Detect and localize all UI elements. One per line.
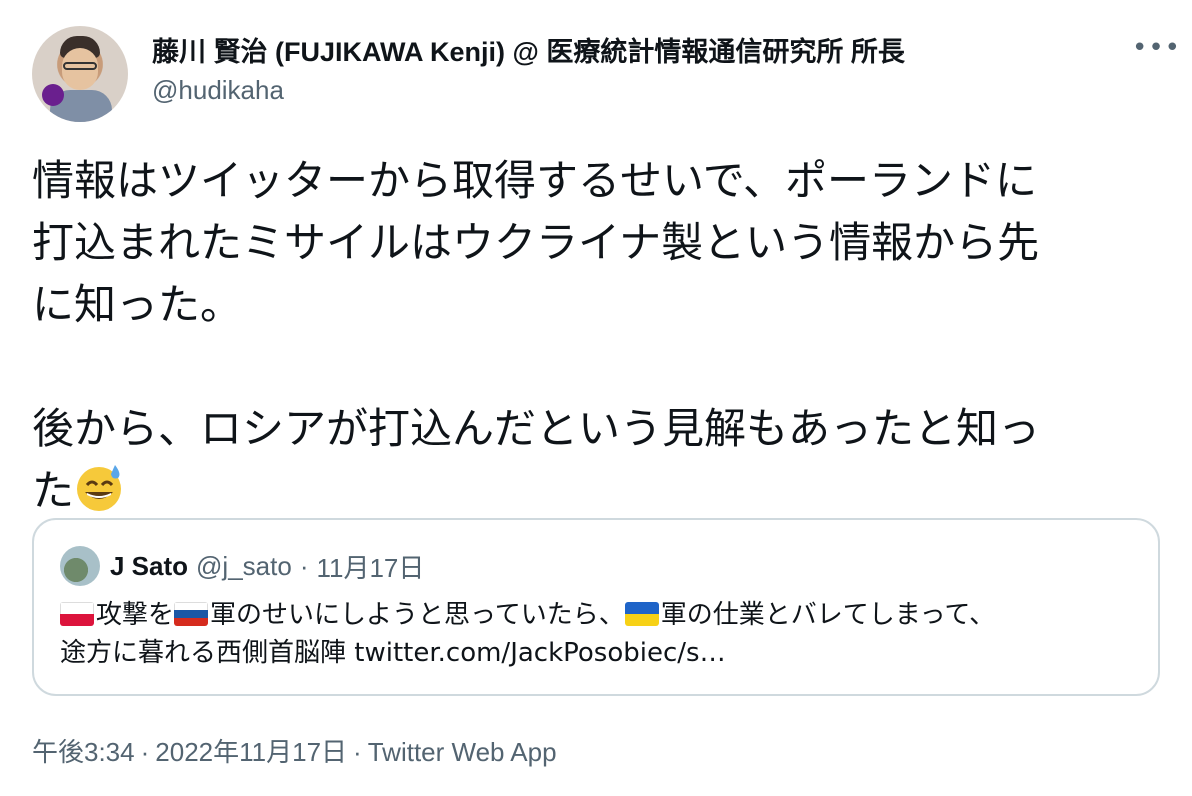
avatar-ball (42, 84, 64, 106)
tweet-date[interactable]: 2022年11月17日 (155, 737, 347, 767)
grinning-face-with-sweat-icon (74, 461, 126, 513)
quoted-tweet-text: 攻撃を 軍のせいにしようと思っていたら、 軍の仕業とバレてしまって、 途方に暮れる西… (60, 596, 1140, 672)
author-handle[interactable]: @hudikaha (152, 75, 905, 106)
separator-dot: · (299, 550, 309, 581)
avatar-glasses (63, 62, 97, 70)
quoted-tweet-header: J Sato @j_sato · 11月17日 (60, 546, 424, 586)
ukraine-flag-icon (624, 602, 659, 626)
separator-dot: · (353, 737, 362, 767)
tweet-line: に知った。 (32, 280, 243, 329)
tweet-line: 打込まれたミサイルはウクライナ製という情報から先 (32, 218, 1040, 267)
quoted-author-handle[interactable]: @j_sato (196, 551, 292, 582)
tweet-metadata: 午後3:34 · 2022年11月17日 · Twitter Web App (32, 732, 557, 769)
poland-flag-icon (60, 602, 94, 626)
russia-flag-icon (174, 602, 209, 626)
quoted-text-part: 攻撃を (96, 600, 175, 630)
tweet-line: 後から、ロシアが打込んだという見解もあったと知っ (32, 404, 1041, 453)
separator-dot: · (140, 737, 150, 767)
tweet-source[interactable]: Twitter Web App (368, 737, 557, 767)
more-horizontal-icon[interactable]: ••• (1132, 35, 1180, 62)
quoted-tweet-date[interactable]: 11月17日 (316, 548, 424, 585)
quoted-text-line[interactable]: 途方に暮れる西側首脳陣 twitter.com/JackPosobiec/s… (60, 638, 726, 668)
tweet-text: 情報はツイッターから取得するせいで、ポーランドに 打込まれたミサイルはウクライナ… (32, 150, 1142, 522)
tweet-time[interactable]: 午後3:34 (32, 737, 135, 767)
quoted-text-part: 軍の仕業とバレてしまって、 (660, 600, 996, 630)
quoted-author-avatar[interactable] (60, 546, 100, 586)
author-display-name[interactable]: 藤川 賢治 (FUJIKAWA Kenji) @ 医療統計情報通信研究所 所長 (152, 30, 905, 69)
tweet-line: た (32, 466, 75, 515)
author-names: 藤川 賢治 (FUJIKAWA Kenji) @ 医療統計情報通信研究所 所長 … (152, 30, 905, 106)
author-avatar[interactable] (32, 26, 128, 122)
quoted-tweet-card[interactable]: J Sato @j_sato · 11月17日 攻撃を 軍のせいにしようと思ってい… (32, 518, 1160, 696)
quoted-author-name[interactable]: J Sato (110, 551, 188, 582)
tweet-header: 藤川 賢治 (FUJIKAWA Kenji) @ 医療統計情報通信研究所 所長 … (32, 26, 1180, 122)
quoted-text-part: 軍のせいにしようと思っていたら、 (210, 600, 625, 630)
tweet-line: 情報はツイッターから取得するせいで、ポーランドに (32, 156, 1038, 205)
